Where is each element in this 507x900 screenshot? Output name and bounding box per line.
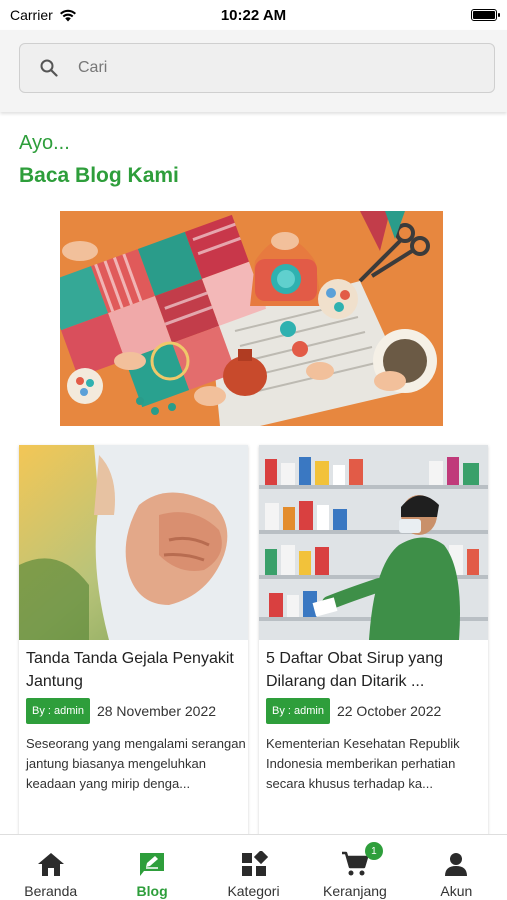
search-input[interactable] [78, 59, 438, 77]
nav-item-blog[interactable]: Blog [101, 835, 202, 900]
nav-item-beranda[interactable]: Beranda [0, 835, 101, 900]
search-icon [40, 59, 58, 77]
nav-item-kategori[interactable]: Kategori [203, 835, 304, 900]
blog-card-title[interactable]: 5 Daftar Obat Sirup yang Dilarang dan Di… [266, 647, 484, 693]
blog-card[interactable]: 5 Daftar Obat Sirup yang Dilarang dan Di… [259, 445, 488, 835]
nav-label-keranjang: Keranjang [323, 883, 387, 899]
blog-card-image-pharmacy[interactable] [259, 445, 488, 640]
search-box[interactable] [19, 43, 495, 93]
wifi-icon [59, 9, 76, 21]
blog-icon [138, 850, 166, 878]
blog-card-image-heart[interactable] [19, 445, 248, 640]
headline-intro: Ayo... [19, 132, 70, 154]
blog-card-meta: By : admin 22 October 2022 [266, 698, 441, 724]
status-bar: Carrier 10:22 AM [0, 0, 507, 30]
author-badge: By : admin [266, 698, 330, 724]
cart-icon: 1 [341, 842, 383, 878]
carrier-label: Carrier [10, 7, 53, 23]
bottom-nav: Beranda Blog Kategori 1 Keranjang Akun [0, 834, 507, 900]
nav-item-keranjang[interactable]: 1 Keranjang [304, 835, 405, 900]
hero-banner-image[interactable] [60, 211, 443, 426]
nav-item-akun[interactable]: Akun [406, 835, 507, 900]
blog-card-excerpt: Kementerian Kesehatan Republik Indonesia… [266, 736, 460, 791]
search-header [0, 30, 507, 112]
nav-label-kategori: Kategori [227, 883, 280, 899]
blog-card-meta: By : admin 28 November 2022 [26, 698, 216, 724]
account-icon [442, 850, 470, 878]
nav-label-akun: Akun [440, 883, 473, 899]
blog-card-date: 28 November 2022 [96, 703, 217, 719]
blog-card-date: 22 October 2022 [336, 703, 442, 719]
status-left: Carrier [10, 7, 77, 23]
nav-label-blog: Blog [136, 883, 168, 899]
cart-count-badge: 1 [364, 842, 383, 860]
author-badge: By : admin [26, 698, 90, 724]
home-icon [37, 850, 65, 878]
blog-card-excerpt: Seseorang yang mengalami serangan jantun… [26, 736, 246, 791]
page-title: Baca Blog Kami [19, 164, 179, 187]
blog-card-title[interactable]: Tanda Tanda Gejala Penyakit Jantung [26, 647, 244, 693]
battery-icon [471, 9, 500, 21]
nav-label-beranda: Beranda [24, 883, 78, 899]
category-icon [240, 850, 268, 878]
blog-card[interactable]: Tanda Tanda Gejala Penyakit Jantung By :… [19, 445, 248, 835]
